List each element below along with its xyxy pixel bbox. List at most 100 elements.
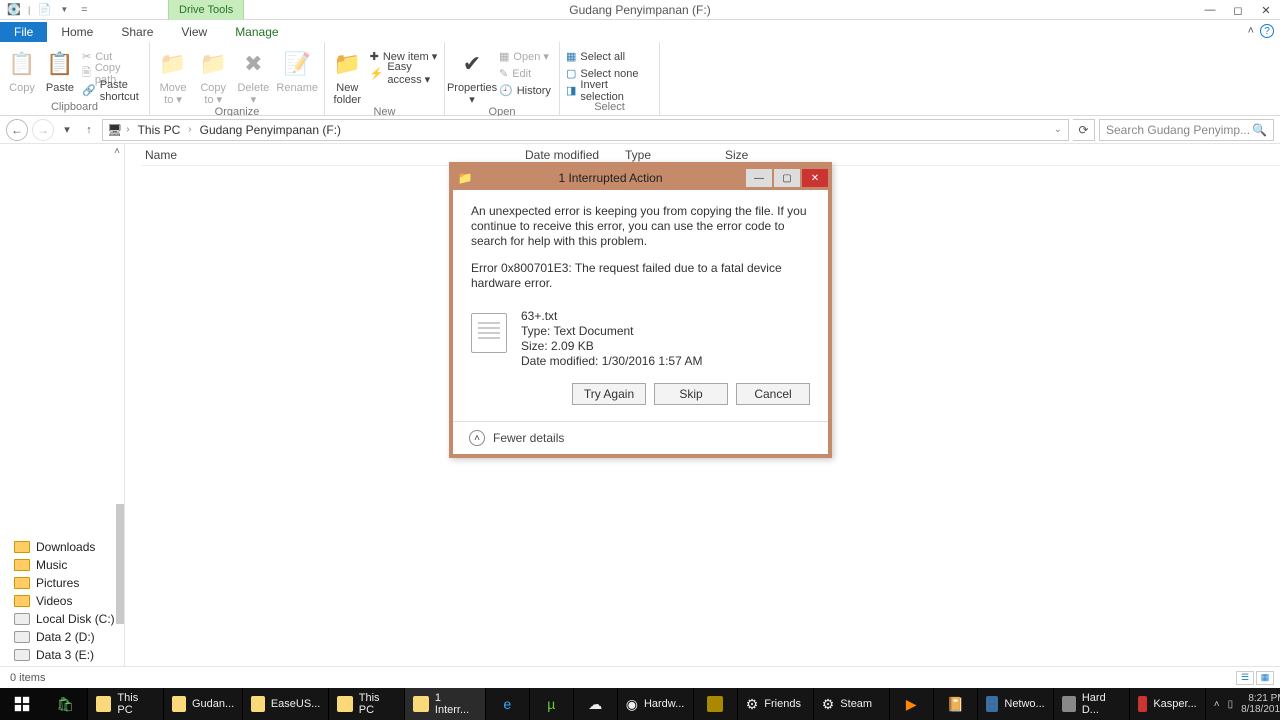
search-input[interactable]: Search Gudang Penyimp... 🔍 [1099,119,1274,141]
maximize-button[interactable]: ◻ [1224,0,1252,20]
dialog-titlebar[interactable]: 📁 1 Interrupted Action — ▢ ✕ [453,166,828,190]
dialog-minimize-button[interactable]: — [746,169,772,187]
clock[interactable]: 8:21 PM 8/18/2016 [1241,693,1280,715]
taskbar-item-label: EaseUS... [271,698,321,710]
dialog-close-button[interactable]: ✕ [802,169,828,187]
chrome-button[interactable]: ◉Hardw... [618,688,694,720]
tab-file[interactable]: File [0,22,47,42]
sidebar-item[interactable]: Downloads [4,538,124,556]
fewer-details-link[interactable]: Fewer details [493,431,564,445]
crumb-this-pc[interactable]: This PC [134,123,185,137]
rename-button[interactable]: 📝Rename [276,46,318,94]
steam-friends-button[interactable]: ⚙Friends [738,688,814,720]
history-button[interactable]: 🕘History [499,82,551,99]
game-icon [707,696,723,712]
refresh-button[interactable]: ⟳ [1073,119,1095,141]
battery-icon[interactable]: ▯ [1228,699,1234,710]
taskbar-item[interactable]: This PC [88,688,164,720]
kaspersky-button[interactable]: Kasper... [1130,688,1206,720]
invert-selection-button[interactable]: ◨Invert selection [566,82,653,99]
col-type[interactable]: Type [621,148,721,162]
copy-to-button[interactable]: 📁Copy to ▾ [196,46,230,106]
move-to-button[interactable]: 📁Move to ▾ [156,46,190,106]
nav-history-dropdown[interactable]: ▾ [58,123,76,136]
drive-icon [14,613,30,625]
ie-button[interactable]: e [486,688,530,720]
taskbar-item[interactable]: EaseUS... [243,688,329,720]
dialog-title: 1 Interrupted Action [477,171,744,185]
breadcrumb[interactable]: 🖥 › This PC › Gudang Penyimpanan (F:) ⌄ [102,119,1069,141]
onedrive-button[interactable]: ☁ [574,688,618,720]
sidebar-item-label: Data 2 (D:) [36,630,95,644]
dialog-maximize-button[interactable]: ▢ [774,169,800,187]
tab-home[interactable]: Home [47,22,107,42]
properties-button[interactable]: ✔Properties ▾ [451,46,493,106]
new-folder-button[interactable]: 📁New folder [331,46,364,106]
copy-path-button[interactable]: 🗎Copy path [82,65,143,82]
navigation-pane[interactable]: ˄ ˅ DownloadsMusicPicturesVideosLocal Di… [0,144,125,688]
hard-disk-button[interactable]: Hard D... [1054,688,1130,720]
chevron-right-icon[interactable]: › [186,124,193,135]
sidebar-item[interactable]: Local Disk (C:) [4,610,124,628]
utorrent-button[interactable]: µ [530,688,574,720]
steam-button[interactable]: ⚙Steam [814,688,890,720]
folder-icon [14,595,30,607]
help-icon[interactable]: ? [1260,24,1274,38]
tab-view[interactable]: View [167,22,221,42]
sidebar-item[interactable]: Data 2 (D:) [4,628,124,646]
open-button[interactable]: ▦Open ▾ [499,48,551,65]
nav-forward-button[interactable]: → [32,119,54,141]
chevron-right-icon[interactable]: › [124,124,131,135]
crumb-drive[interactable]: Gudang Penyimpanan (F:) [196,123,345,137]
close-button[interactable]: ✕ [1252,0,1280,20]
col-date[interactable]: Date modified [521,148,621,162]
media-player-button[interactable]: ▶ [890,688,934,720]
chevron-up-icon[interactable]: ˄ [469,430,485,446]
paste-button[interactable]: 📋Paste [44,46,76,94]
sidebar-item-label: Music [36,558,67,572]
ribbon-right-controls: ˄ ? [1248,20,1274,42]
scroll-up-icon[interactable]: ˄ [110,144,124,158]
cancel-button[interactable]: Cancel [736,383,810,405]
window-titlebar: 💽 | 📄 ▼ = Drive Tools Gudang Penyimpanan… [0,0,1280,20]
easy-access-button[interactable]: ⚡Easy access ▾ [370,65,438,82]
network-button[interactable]: Netwo... [978,688,1054,720]
address-dropdown-icon[interactable]: ⌄ [1052,124,1064,135]
notes-button[interactable]: 📔 [934,688,978,720]
collapse-ribbon-icon[interactable]: ˄ [1248,25,1254,37]
select-all-button[interactable]: ▦Select all [566,48,653,65]
taskbar-item[interactable]: This PC [329,688,405,720]
select-all-icon: ▦ [566,50,576,63]
sidebar-item[interactable]: Music [4,556,124,574]
sidebar-item[interactable]: Pictures [4,574,124,592]
sidebar-item[interactable]: Data 3 (E:) [4,646,124,664]
nav-up-button[interactable]: ↑ [80,124,98,136]
shortcut-icon: 🔗 [82,84,96,97]
col-name[interactable]: Name [141,148,521,162]
nav-back-button[interactable]: ← [6,119,28,141]
icons-view-button[interactable]: ▦ [1256,671,1274,685]
edit-button[interactable]: ✎Edit [499,65,551,82]
game-button[interactable] [694,688,738,720]
start-button[interactable] [0,688,44,720]
store-button[interactable]: 🛍 [44,688,88,720]
tab-manage[interactable]: Manage [221,22,292,42]
col-size[interactable]: Size [721,148,801,162]
file-date: Date modified: 1/30/2016 1:57 AM [521,354,702,369]
try-again-button[interactable]: Try Again [572,383,646,405]
taskbar-item[interactable]: 1 Interr... [405,688,485,720]
minimize-button[interactable]: — [1196,0,1224,20]
skip-button[interactable]: Skip [654,383,728,405]
copy-button[interactable]: 📋Copy [6,46,38,94]
sidebar-item[interactable]: Videos [4,592,124,610]
tab-share[interactable]: Share [107,22,167,42]
drive-icon [14,649,30,661]
steam-icon: ⚙ [746,696,759,713]
tray-chevron-icon[interactable]: ˄ [1214,699,1220,710]
taskbar-item[interactable]: Gudan... [164,688,243,720]
system-tray[interactable]: ˄ ▯ 8:21 PM 8/18/2016 [1206,688,1280,720]
folder-icon [14,541,30,553]
details-view-button[interactable]: ☰ [1236,671,1254,685]
delete-button[interactable]: ✖Delete ▾ [236,46,270,106]
sidebar-item-label: Pictures [36,576,79,590]
